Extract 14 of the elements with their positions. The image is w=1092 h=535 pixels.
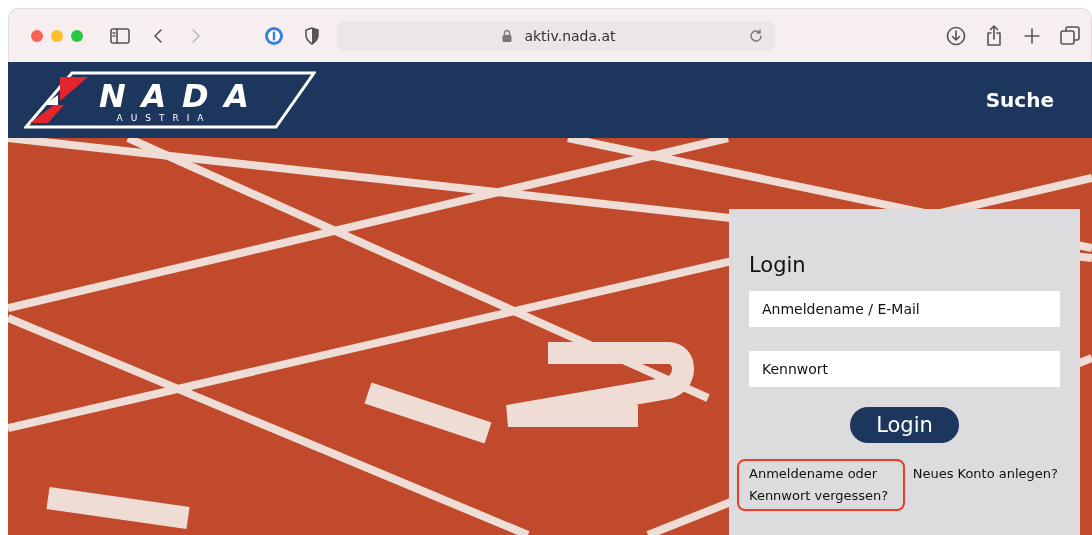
input-field[interactable]: Anmeldename / E-Mail: [749, 291, 1060, 327]
text-link[interactable]: Neues Konto anlegen?: [910, 459, 1060, 511]
text-link[interactable]: Anmeldename oder Kennwort vergessen?: [737, 459, 905, 511]
nav-link[interactable]: Suche: [985, 88, 1054, 112]
input-field[interactable]: Kennwort: [749, 351, 1060, 387]
tabs-icon[interactable]: [1059, 24, 1081, 47]
login-title: Login: [749, 253, 807, 277]
logo[interactable]: NADA AUSTRIA: [24, 71, 316, 129]
close-button[interactable]: [31, 29, 43, 42]
url-text: aktiv.nada.at: [524, 27, 616, 44]
login-button[interactable]: Login: [850, 407, 959, 443]
password-manager-icon[interactable]: [263, 24, 285, 47]
address-bar[interactable]: aktiv.nada.at: [337, 20, 775, 51]
download-icon[interactable]: [945, 24, 967, 47]
